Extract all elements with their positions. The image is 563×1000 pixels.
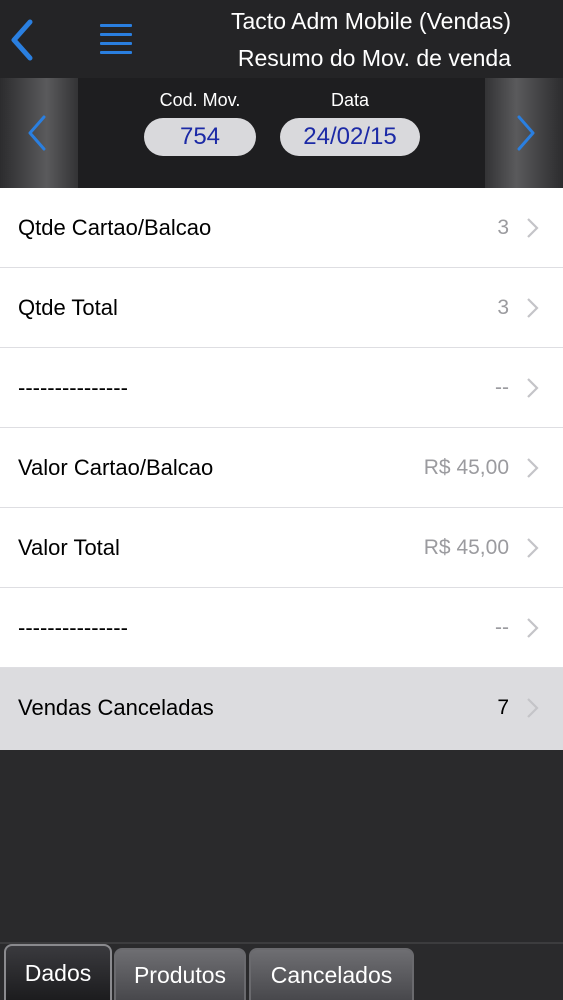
list-item[interactable]: Valor Cartao/Balcao R$ 45,00 (0, 428, 563, 508)
list-item-value: 3 (497, 216, 509, 239)
chevron-right-icon (527, 618, 539, 638)
chevron-right-icon (527, 698, 539, 718)
data-label: Data (330, 90, 370, 110)
tab-cancelados[interactable]: Cancelados (249, 948, 414, 1000)
list-item-label: Valor Cartao/Balcao (18, 455, 214, 480)
chevron-right-icon (527, 538, 539, 558)
list-item-label: Valor Total (18, 535, 120, 560)
tab-dados[interactable]: Dados (4, 944, 112, 1000)
cod-mov-field[interactable]: 754 (144, 118, 256, 156)
list-item[interactable]: --------------- -- (0, 348, 563, 428)
back-button[interactable] (4, 12, 44, 68)
chevron-right-icon (527, 458, 539, 478)
list-item[interactable]: Valor Total R$ 45,00 (0, 508, 563, 588)
chevron-left-icon (28, 115, 46, 151)
summary-list: Qtde Cartao/Balcao 3 Qtde Total 3 ------… (0, 188, 563, 750)
next-record-button[interactable] (485, 78, 563, 188)
chevron-right-icon (527, 218, 539, 238)
list-item-value: 3 (497, 296, 509, 319)
top-bar: Tacto Adm Mobile (Vendas) Resumo do Mov.… (0, 0, 563, 78)
list-item-value: -- (495, 616, 509, 639)
list-item-label: --------------- (18, 615, 128, 640)
list-item[interactable]: Qtde Total 3 (0, 268, 563, 348)
list-item-vendas-canceladas[interactable]: Vendas Canceladas 7 (0, 668, 563, 750)
list-item-value: R$ 45,00 (423, 536, 509, 559)
previous-record-button[interactable] (0, 78, 78, 188)
chevron-right-icon (517, 115, 535, 151)
list-item-value: R$ 45,00 (423, 456, 509, 479)
list-item-value: 7 (497, 696, 509, 719)
tab-produtos[interactable]: Produtos (114, 948, 246, 1000)
page-subtitle: Resumo do Mov. de venda (237, 45, 511, 71)
hamburger-menu-icon (96, 24, 136, 54)
list-item[interactable]: Qtde Cartao/Balcao 3 (0, 188, 563, 268)
cod-mov-label: Cod. Mov. (159, 90, 241, 110)
record-navigator: Cod. Mov. 754 Data 24/02/15 (0, 78, 563, 188)
list-item-label: Qtde Total (18, 295, 118, 320)
chevron-right-icon (527, 298, 539, 318)
menu-button[interactable] (96, 18, 136, 60)
app-title: Tacto Adm Mobile (Vendas) (231, 8, 511, 34)
tab-bar: Dados Produtos Cancelados (0, 942, 563, 1000)
chevron-right-icon (527, 378, 539, 398)
list-item-label: Qtde Cartao/Balcao (18, 215, 212, 240)
chevron-left-icon (11, 19, 33, 61)
list-item-value: -- (495, 376, 509, 399)
data-field[interactable]: 24/02/15 (280, 118, 420, 156)
list-item[interactable]: --------------- -- (0, 588, 563, 668)
list-item-label: --------------- (18, 375, 128, 400)
list-item-label: Vendas Canceladas (18, 695, 214, 720)
